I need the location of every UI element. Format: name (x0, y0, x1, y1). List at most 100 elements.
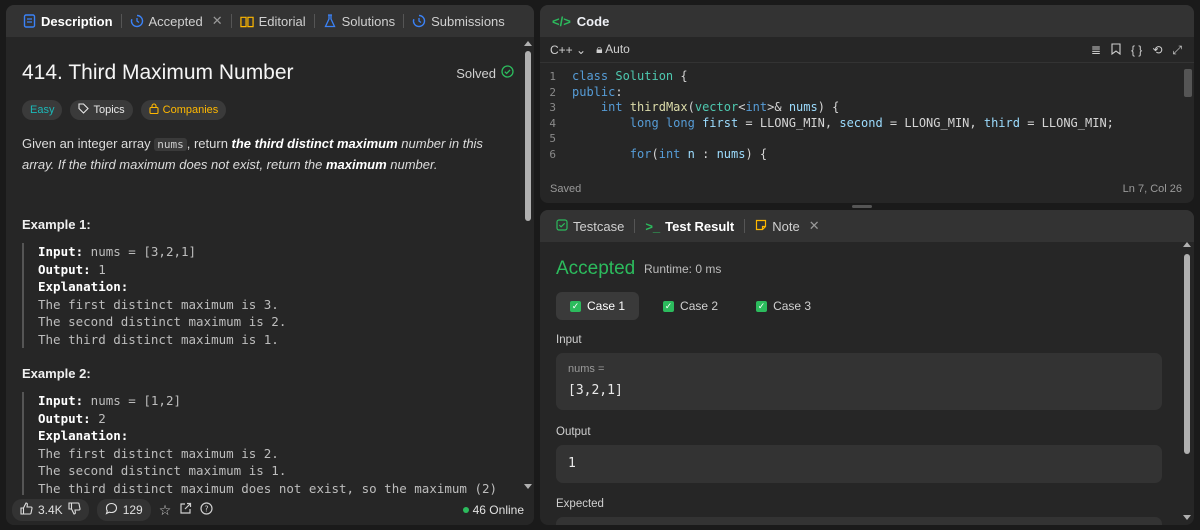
case-tab-1[interactable]: ✓ Case 1 (556, 292, 640, 320)
scrollbar-thumb[interactable] (525, 51, 531, 221)
tab-testcase[interactable]: Testcase (552, 219, 628, 234)
cursor-position: Ln 7, Col 26 (1122, 183, 1182, 195)
lock-icon: 🔒︎ (596, 42, 603, 56)
expected-box (556, 517, 1162, 525)
code-line: 3 int thirdMax(vector<int>& nums) { (540, 100, 1194, 116)
scrollbar-thumb[interactable] (1184, 69, 1192, 97)
code-title: Code (576, 13, 610, 29)
input-key: Input: (38, 393, 84, 408)
document-icon (22, 14, 36, 28)
code-scrollbar[interactable] (1184, 69, 1192, 99)
code-tools: ≣ { } ⟲ ⤢ (1091, 43, 1182, 58)
test-tab-bar: Testcase >_ Test Result Note ✕ (540, 210, 1194, 242)
comments-button[interactable]: 129 (96, 499, 151, 521)
code-panel: </> Code C++ ⌄ 🔒︎ Auto ≣ { } ⟲ ⤢ 1 class … (540, 5, 1194, 203)
line-number: 2 (549, 85, 556, 99)
tab-note[interactable]: Note ✕ (751, 218, 823, 234)
line-number: 4 (549, 116, 556, 130)
language-select[interactable]: C++ ⌄ (550, 43, 586, 57)
tab-test-result[interactable]: >_ Test Result (641, 219, 738, 234)
tab-divider (744, 219, 746, 233)
explanation-line: The second distinct maximum is 1. (38, 463, 287, 478)
help-icon[interactable]: ? (200, 502, 213, 518)
input-variable-name: nums = (568, 363, 605, 375)
clock-history-icon (412, 14, 426, 28)
online-dot-icon (462, 507, 469, 513)
tab-divider (313, 14, 315, 28)
check-icon: ✓ (756, 300, 768, 312)
thumbs-down-icon[interactable] (68, 502, 81, 518)
scroll-up-icon[interactable] (1183, 242, 1191, 247)
case-tab-3[interactable]: ✓ Case 3 (742, 292, 825, 320)
comment-count: 129 (122, 503, 143, 517)
description-panel: Description Accepted ✕ Editorial Solutio… (6, 5, 534, 525)
case-label: Case 3 (773, 299, 812, 313)
scrollbar-thumb[interactable] (1184, 254, 1190, 454)
code-header: </> Code (540, 5, 1194, 37)
panel-resize-handle[interactable] (852, 205, 872, 208)
reset-icon[interactable]: ⟲ (1152, 43, 1162, 58)
test-scrollbar[interactable] (1183, 242, 1191, 520)
tab-label: Testcase (573, 218, 625, 234)
tab-divider (403, 14, 405, 28)
lock-icon (149, 103, 159, 117)
share-icon[interactable] (179, 502, 192, 518)
case-label: Case 2 (680, 299, 719, 313)
braces-icon[interactable]: { } (1131, 43, 1142, 58)
solved-label: Solved (456, 65, 496, 81)
example-block: Input: nums = [3,2,1] Output: 1 Explanat… (22, 243, 512, 348)
chevron-down-icon: ⌄ (576, 42, 587, 57)
scroll-down-icon[interactable] (1183, 515, 1191, 520)
companies-tag[interactable]: Companies (140, 100, 227, 120)
tab-divider (634, 219, 636, 233)
output-value: 1 (568, 456, 576, 471)
tab-description[interactable]: Description (16, 5, 119, 37)
test-panel: Testcase >_ Test Result Note ✕ Accepted … (540, 210, 1194, 525)
language-label: C++ (550, 42, 573, 57)
expected-section-label: Expected (556, 498, 604, 510)
inline-code: nums (154, 138, 187, 151)
code-editor[interactable]: 1 class Solution { 2 public: 3 int thirdMa… (540, 69, 1194, 162)
scroll-down-icon[interactable] (524, 484, 532, 489)
output-section-label: Output (556, 426, 591, 438)
thumbs-up-icon (20, 502, 33, 518)
desc-text: number. (386, 157, 438, 172)
close-icon[interactable]: ✕ (809, 218, 820, 234)
format-icon[interactable]: ≣ (1091, 43, 1101, 58)
output-value: 1 (90, 261, 106, 277)
code-line: 5 (540, 131, 1194, 147)
bookmark-icon[interactable] (1111, 43, 1121, 58)
code-line: 6 for(int n : nums) { (540, 147, 1194, 163)
close-icon[interactable]: ✕ (212, 13, 223, 29)
solved-status: Solved (456, 65, 514, 81)
star-icon[interactable]: ☆ (159, 502, 172, 519)
code-line: 4 long long first = LLONG_MIN, second = … (540, 116, 1194, 132)
saved-status: Saved (550, 183, 582, 195)
tab-editorial[interactable]: Editorial (234, 5, 312, 37)
auto-mode[interactable]: 🔒︎ Auto (596, 42, 630, 57)
tab-submissions[interactable]: Submissions (406, 5, 511, 37)
problem-tags: Easy Topics Companies (22, 100, 227, 120)
explanation-key: Explanation: (38, 279, 129, 294)
left-tab-bar: Description Accepted ✕ Editorial Solutio… (6, 5, 534, 37)
tab-divider (120, 14, 122, 28)
tab-label: Submissions (431, 13, 505, 29)
case-tab-2[interactable]: ✓ Case 2 (649, 292, 732, 320)
tab-accepted[interactable]: Accepted ✕ (124, 5, 229, 37)
scroll-up-icon[interactable] (524, 41, 532, 46)
tab-label: Editorial (258, 13, 306, 29)
topics-tag[interactable]: Topics (70, 100, 133, 120)
description-scrollbar[interactable] (524, 41, 532, 489)
input-key: Input: (38, 244, 84, 259)
tab-label: Solutions (341, 13, 396, 29)
problem-description: Given an integer array nums, return the … (22, 134, 502, 175)
tab-solutions[interactable]: Solutions (317, 5, 401, 37)
tab-label: Description (41, 13, 113, 29)
desc-bold: maximum (325, 157, 387, 172)
input-value: nums = [1,2] (83, 393, 181, 408)
svg-text:?: ? (205, 505, 209, 514)
expand-icon[interactable]: ⤢ (1172, 43, 1182, 58)
runtime: Runtime: 0 ms (644, 262, 722, 276)
description-footer: 3.4K 129 ☆ ? 46 Online (6, 495, 534, 525)
like-button[interactable]: 3.4K (12, 499, 89, 521)
